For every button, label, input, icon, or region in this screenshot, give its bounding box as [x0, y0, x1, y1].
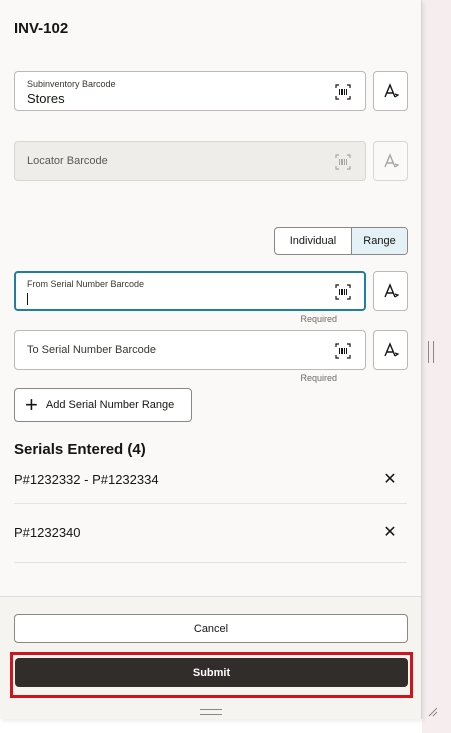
list-divider: [14, 503, 407, 504]
page-title: INV-102: [14, 20, 69, 37]
close-icon[interactable]: ✕: [383, 525, 397, 541]
toggle-individual[interactable]: Individual: [275, 228, 352, 254]
subinventory-barcode-field[interactable]: Subinventory Barcode Stores: [14, 71, 366, 111]
from-serial-required-hint: Required: [300, 314, 337, 324]
subinventory-barcode-label: Subinventory Barcode: [27, 79, 116, 89]
text-input-icon: [383, 342, 399, 357]
to-serial-required-hint: Required: [300, 373, 337, 383]
plus-icon: +: [25, 392, 38, 417]
add-serial-number-range-button[interactable]: + Add Serial Number Range: [14, 388, 192, 422]
right-panel-edge: [422, 0, 451, 733]
barcode-scan-icon: [335, 154, 351, 170]
locator-barcode-placeholder: Locator Barcode: [27, 155, 108, 167]
subinventory-text-input-button[interactable]: [373, 71, 408, 111]
subinventory-barcode-value: Stores: [27, 91, 65, 106]
submit-button[interactable]: Submit: [15, 658, 408, 687]
cancel-button[interactable]: Cancel: [14, 614, 408, 643]
add-serial-number-range-label: Add Serial Number Range: [45, 399, 175, 411]
serials-entered-heading: Serials Entered (4): [14, 441, 146, 458]
text-input-icon: [383, 153, 399, 168]
transaction-panel: INV-102 Subinventory Barcode Stores Loca…: [0, 0, 422, 719]
vertical-resize-handle[interactable]: [428, 341, 434, 363]
locator-barcode-field: Locator Barcode: [14, 141, 366, 181]
serial-list-item: P#1232340: [14, 525, 81, 540]
barcode-scan-icon[interactable]: [335, 284, 351, 300]
text-input-icon: [383, 283, 399, 298]
bottom-resize-handle[interactable]: [200, 709, 222, 715]
to-serial-barcode-field[interactable]: To Serial Number Barcode: [14, 330, 366, 370]
to-serial-text-input-button[interactable]: [373, 330, 408, 370]
from-serial-text-input-button[interactable]: [373, 271, 408, 311]
toggle-range[interactable]: Range: [352, 228, 407, 254]
resize-corner-icon[interactable]: [428, 707, 438, 717]
from-serial-barcode-label: From Serial Number Barcode: [27, 279, 145, 289]
barcode-scan-icon[interactable]: [335, 84, 351, 100]
locator-text-input-button: [373, 141, 408, 181]
serial-list-item: P#1232332 - P#1232334: [14, 472, 159, 487]
to-serial-barcode-placeholder: To Serial Number Barcode: [27, 344, 157, 356]
serial-mode-toggle: Individual Range: [274, 227, 408, 255]
text-input-icon: [383, 83, 399, 98]
barcode-scan-icon[interactable]: [335, 343, 351, 359]
list-divider: [14, 562, 407, 563]
from-serial-barcode-field[interactable]: From Serial Number Barcode: [14, 271, 366, 311]
text-caret: [27, 293, 28, 305]
close-icon[interactable]: ✕: [383, 472, 397, 488]
